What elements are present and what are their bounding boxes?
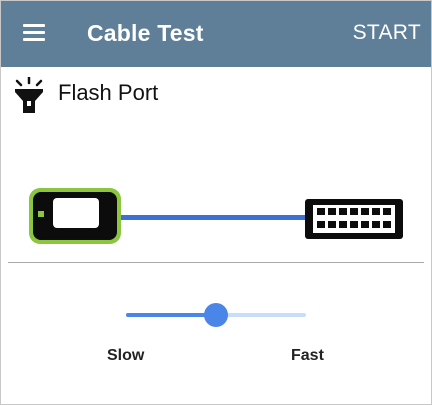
slider-track-active [126, 313, 216, 317]
section-title: Flash Port [58, 80, 159, 105]
start-button[interactable]: START [353, 21, 421, 45]
cable-diagram [29, 188, 403, 244]
switch-port-icon [305, 199, 403, 239]
menu-icon-bar [23, 38, 45, 41]
cable-link [119, 215, 305, 220]
app-bar: Cable Test START [1, 1, 431, 67]
menu-icon-bar [23, 24, 45, 27]
speed-slider[interactable] [120, 300, 312, 330]
flashlight-icon [15, 77, 43, 113]
menu-button[interactable] [15, 19, 55, 49]
divider [8, 262, 424, 263]
fast-label: Fast [291, 347, 324, 364]
tester-device-icon [29, 188, 121, 244]
slider-thumb [204, 303, 228, 327]
menu-icon-bar [23, 31, 45, 34]
slow-label: Slow [107, 347, 145, 364]
page-title: Cable Test [87, 20, 204, 46]
